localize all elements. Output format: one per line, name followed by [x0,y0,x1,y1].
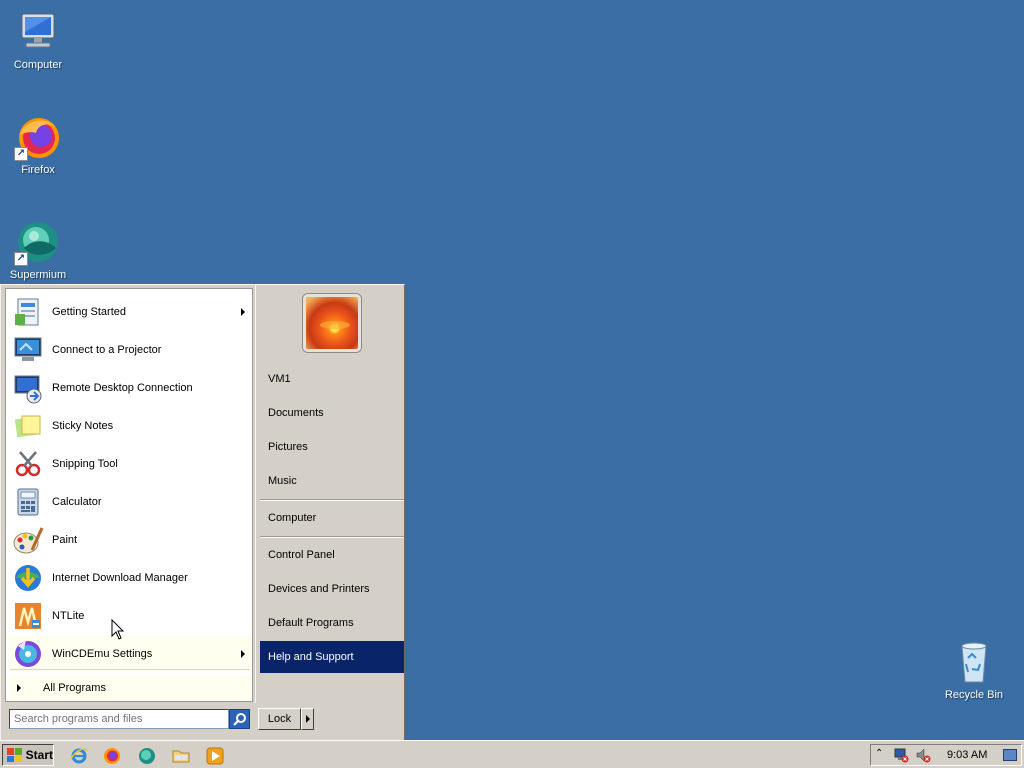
search-icon [232,713,246,726]
program-label: Internet Download Manager [52,572,188,584]
internet-explorer-icon[interactable] [70,747,88,765]
desktop-icon-firefox[interactable]: ↗ Firefox [0,113,76,177]
place-help-and-support[interactable]: Help and Support [260,641,404,673]
taskbar: Start ⌃ 9:03 AM [0,740,1024,768]
sticky-notes-icon [12,410,44,442]
search-input[interactable] [9,709,229,729]
network-icon[interactable] [893,747,909,763]
program-label: NTLite [52,610,85,622]
desktop-icon-computer[interactable]: Computer [0,8,76,72]
program-label: Sticky Notes [52,420,114,432]
media-player-icon[interactable] [206,747,224,765]
divider [10,669,250,670]
projector-icon [12,334,44,366]
user-picture[interactable] [303,294,361,352]
firefox-icon[interactable] [103,747,121,765]
power-options-button[interactable] [301,708,314,730]
place-label: VM1 [268,373,291,385]
program-calculator[interactable]: Calculator [9,484,251,520]
place-label: Default Programs [268,617,354,629]
paint-icon [12,524,44,556]
desktop-icon-label: Recycle Bin [944,689,1004,701]
place-label: Documents [268,407,324,419]
notification-area: ⌃ 9:03 AM [870,744,1022,766]
place-devices-and-printers[interactable]: Devices and Printers [260,573,404,605]
program-getting-started[interactable]: Getting Started [9,294,251,330]
show-hidden-icons-button[interactable]: ⌃ [875,748,883,759]
arrow-right-icon [305,715,310,723]
place-music[interactable]: Music [260,465,404,497]
program-label: Paint [52,534,78,546]
explorer-folder-icon[interactable] [172,747,190,765]
start-button[interactable]: Start [2,744,54,766]
place-documents[interactable]: Documents [260,397,404,429]
program-remote-desktop[interactable]: Remote Desktop Connection [9,370,251,406]
program-label: Calculator [52,496,102,508]
remote-desktop-icon [12,372,44,404]
search-row: Lock [1,703,404,741]
supermium-icon: ↗ [14,218,62,266]
place-label: Pictures [268,441,308,453]
mouse-cursor-icon [111,619,125,640]
all-programs-label: All Programs [43,682,106,694]
desktop-icon-supermium[interactable]: ↗ Supermium [0,218,76,282]
show-desktop-button[interactable] [1003,749,1017,761]
lock-button[interactable]: Lock [258,708,301,730]
clock[interactable]: 9:03 AM [947,749,987,761]
shortcut-arrow-icon: ↗ [14,147,28,161]
start-label: Start [25,748,53,762]
program-label: WinCDEmu Settings [52,648,153,660]
desktop-icon-label: Supermium [9,269,67,281]
submenu-arrow-icon [241,308,245,316]
program-paint[interactable]: Paint [9,522,251,558]
program-snipping-tool[interactable]: Snipping Tool [9,446,251,482]
place-default-programs[interactable]: Default Programs [260,607,404,639]
programs-pane: Getting Started Connect to a Projector R… [5,288,253,702]
calculator-icon [12,486,44,518]
place-pictures[interactable]: Pictures [260,431,404,463]
program-sticky-notes[interactable]: Sticky Notes [9,408,251,444]
program-label: Getting Started [52,306,126,318]
flower-icon [320,321,350,329]
place-user-folder[interactable]: VM1 [260,363,404,395]
program-label: Remote Desktop Connection [52,382,193,394]
place-label: Help and Support [268,651,354,663]
start-menu: Getting Started Connect to a Projector R… [0,284,405,740]
shortcut-arrow-icon: ↗ [14,252,28,266]
computer-icon [14,8,62,56]
wincdemu-icon [12,638,44,670]
divider [260,536,404,538]
ntlite-icon [12,600,44,632]
place-control-panel[interactable]: Control Panel [260,539,404,571]
firefox-icon: ↗ [14,113,62,161]
place-computer[interactable]: Computer [260,502,404,534]
program-connect-to-projector[interactable]: Connect to a Projector [9,332,251,368]
volume-muted-icon[interactable] [915,747,931,763]
snipping-tool-icon [12,448,44,480]
search-button[interactable] [229,709,250,729]
program-label: Snipping Tool [52,458,118,470]
supermium-icon[interactable] [138,747,156,765]
divider [260,499,404,501]
program-label: Connect to a Projector [52,344,162,356]
place-label: Control Panel [268,549,335,561]
place-label: Computer [268,512,317,524]
lock-label: Lock [267,713,292,725]
recycle-bin-icon [950,638,998,686]
arrow-right-icon [17,684,21,692]
desktop-icon-recycle-bin[interactable]: Recycle Bin [936,638,1012,702]
program-internet-download-manager[interactable]: Internet Download Manager [9,560,251,596]
getting-started-icon [12,296,44,328]
idm-icon [12,562,44,594]
program-ntlite[interactable]: NTLite [9,598,251,634]
program-wincdemu-settings[interactable]: WinCDEmu Settings [9,636,251,672]
all-programs-button[interactable]: All Programs [9,676,251,700]
desktop-icon-label: Firefox [21,164,55,176]
windows-logo-icon [7,748,22,762]
place-label: Devices and Printers [268,583,370,595]
submenu-arrow-icon [241,650,245,658]
places-pane: VM1 Documents Pictures Music Computer Co… [255,285,404,703]
place-label: Music [268,475,297,487]
desktop-icon-label: Computer [13,59,63,71]
